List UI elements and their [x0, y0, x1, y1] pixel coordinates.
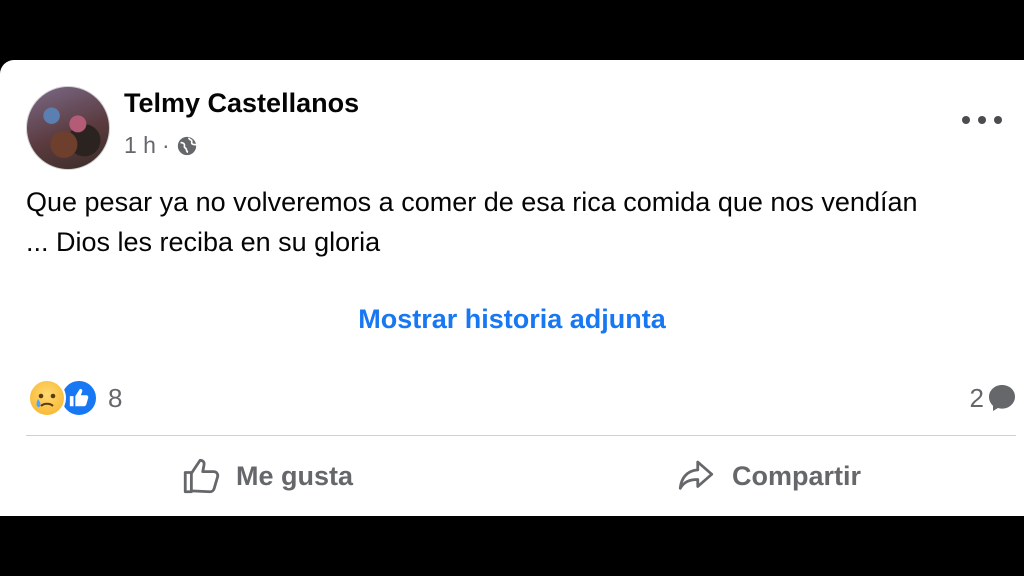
sad-reaction-icon [28, 379, 66, 417]
reactions-summary[interactable]: 8 [28, 378, 122, 418]
post-meta: 1 h · [124, 132, 198, 159]
show-attached-story-link[interactable]: Mostrar historia adjunta [0, 304, 1024, 335]
more-dot-icon [994, 116, 1002, 124]
share-button[interactable]: Compartir [674, 454, 861, 498]
avatar[interactable] [26, 86, 110, 170]
comment-icon [989, 385, 1015, 411]
share-icon [678, 460, 714, 490]
post-card: Telmy Castellanos 1 h · Que pesar ya no … [0, 60, 1024, 516]
post-text: Que pesar ya no volveremos a comer de es… [26, 182, 1016, 262]
like-button-label: Me gusta [236, 460, 354, 491]
thumbs-up-icon [183, 458, 220, 494]
more-options-button[interactable] [962, 108, 1002, 132]
post-text-line: Que pesar ya no volveremos a comer de es… [26, 187, 918, 217]
post-time[interactable]: 1 h [124, 132, 156, 159]
meta-separator: · [161, 132, 170, 158]
share-button-label: Compartir [732, 460, 862, 491]
comments-count: 2 [969, 382, 984, 413]
more-dot-icon [978, 116, 986, 124]
comments-summary[interactable]: 2 [970, 378, 1018, 418]
divider [26, 435, 1016, 436]
more-dot-icon [962, 116, 970, 124]
author-name[interactable]: Telmy Castellanos [124, 88, 359, 119]
reactions-count: 8 [108, 382, 123, 413]
post-text-line: ... Dios les reciba en su gloria [26, 227, 381, 257]
globe-icon[interactable] [176, 135, 198, 157]
like-button[interactable]: Me gusta [180, 454, 353, 498]
